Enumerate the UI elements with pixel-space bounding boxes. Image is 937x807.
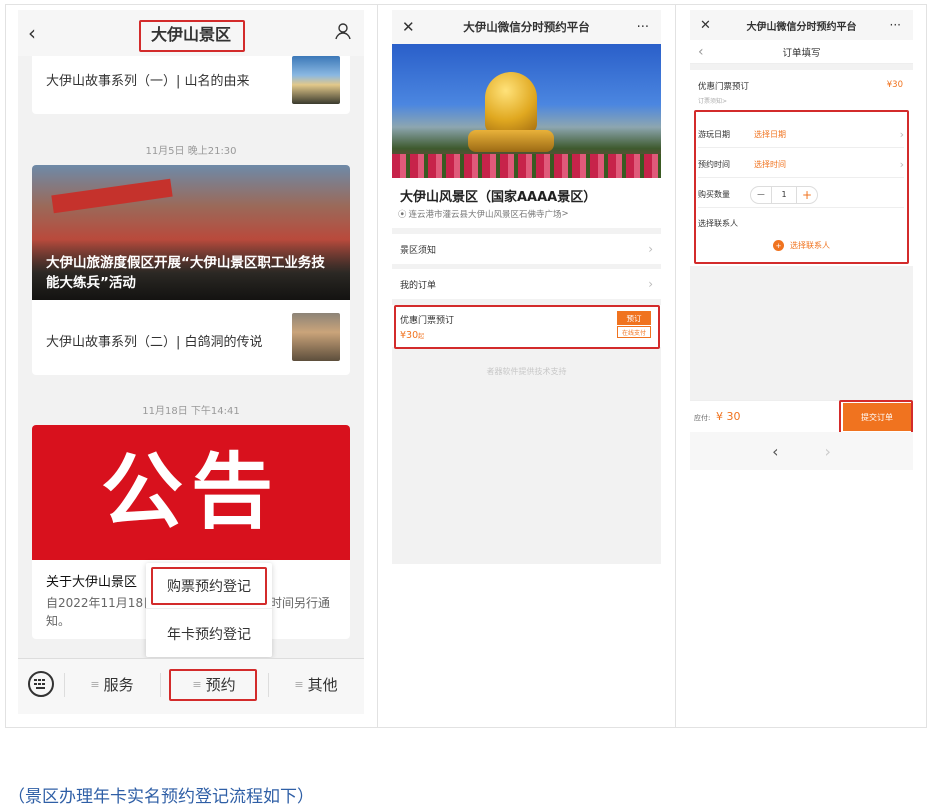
article-summary: 自2022年11月18日 (46, 596, 156, 610)
pay-amount: ¥ 30 (716, 410, 741, 423)
scenic-name: 大伊山风景区（国家AAAA景区） (400, 190, 597, 205)
screen-booking-home: ✕ 大伊山微信分时预约平台 ··· 大伊山风景区（国家AAAA景区） ⦿ 连云港市… (392, 10, 661, 564)
location-icon: ⦿ (398, 210, 407, 220)
sub-header: ‹ 订单填写 (690, 40, 913, 64)
divider (675, 4, 676, 728)
article-thumbnail (292, 56, 340, 104)
highlight-box (139, 20, 245, 52)
screen-official-account: ‹ 大伊山景区 大伊山故事系列（一）| 山名的由来 11月5日 晚上21:30 … (18, 10, 364, 714)
scenic-banner-image (392, 44, 661, 178)
article-title: 大伊山故事系列（一）| 山名的由来 (46, 74, 250, 89)
keyboard-icon[interactable] (28, 671, 54, 697)
ticket-note-link[interactable]: 订票须知> (698, 96, 727, 105)
chevron-right-icon: › (648, 242, 653, 256)
scenic-address[interactable]: ⦿ 连云港市灌云县大伊山风景区石佛寺广场 > (398, 208, 569, 220)
close-icon[interactable]: ✕ (402, 18, 415, 36)
timestamp: 11月5日 晚上21:30 (145, 146, 237, 157)
timestamp: 11月18日 下午14:41 (142, 406, 240, 417)
back-icon[interactable]: ‹ (772, 442, 778, 461)
highlight-box (394, 305, 660, 349)
article-summary-tail: 时间另行通 (270, 596, 331, 610)
banner-shape (51, 178, 173, 214)
menu-tab-other[interactable]: ≡ 其他 (268, 659, 364, 709)
highlight-box (169, 669, 257, 701)
ticket-name: 优惠门票预订 (698, 82, 750, 92)
ticket-summary: 优惠门票预订 ¥30 订票须知> (690, 70, 913, 112)
browser-nav: ‹ › (690, 432, 913, 470)
highlight-box (839, 400, 913, 434)
ticket-price: ¥30 (886, 80, 903, 90)
chevron-right-icon: › (648, 277, 653, 291)
scenic-info: 大伊山风景区（国家AAAA景区） ⦿ 连云港市灌云县大伊山风景区石佛寺广场 > (392, 178, 661, 228)
article-title: 关于大伊山景区 (46, 575, 138, 590)
nav-bar: ✕ 大伊山微信分时预约平台 ··· (392, 10, 661, 44)
article-image: 大伊山旅游度假区开展“大伊山景区职工业务技能大练兵”活动 (32, 165, 350, 300)
row-scenic-notice[interactable]: 景区须知 › (392, 234, 661, 264)
nav-bar: ✕ 大伊山微信分时预约平台 ··· (690, 10, 913, 40)
forward-icon[interactable]: › (825, 442, 831, 461)
more-icon[interactable]: ··· (890, 18, 901, 32)
screen-order-form: ✕ 大伊山微信分时预约平台 ··· ‹ 订单填写 优惠门票预订 ¥30 订票须知… (690, 10, 913, 470)
user-icon[interactable] (334, 22, 352, 44)
flower-bed (392, 154, 661, 178)
highlight-box (694, 110, 909, 264)
article-summary-end: 知。 (46, 614, 71, 628)
notice-banner: 公告 (32, 425, 350, 560)
back-icon[interactable]: ‹ (698, 44, 704, 60)
article-card[interactable]: 大伊山故事系列（一）| 山名的由来 (32, 56, 350, 114)
article-title: 大伊山故事系列（二）| 白鸽洞的传说 (46, 335, 263, 350)
page-title: 大伊山微信分时预约平台 (746, 21, 857, 33)
divider (377, 4, 378, 728)
buddha-statue (485, 72, 537, 134)
article-card[interactable]: 大伊山旅游度假区开展“大伊山景区职工业务技能大练兵”活动 大伊山故事系列（二）|… (32, 165, 350, 375)
close-icon[interactable]: ✕ (700, 18, 711, 33)
notice-banner-text: 公告 (100, 444, 281, 540)
row-my-orders[interactable]: 我的订单 › (392, 269, 661, 299)
subtitle: 订单填写 (782, 47, 821, 59)
support-text: 者器软件提供技术支持 (486, 367, 567, 376)
article-thumbnail (292, 313, 340, 361)
caption: （景区办理年卡实名预约登记流程如下） (8, 787, 314, 807)
highlight-box (151, 567, 267, 605)
article-caption: 大伊山旅游度假区开展“大伊山景区职工业务技能大练兵”活动 (46, 255, 325, 291)
submenu-item-annual-card[interactable]: 年卡预约登记 (146, 611, 272, 657)
page-title: 大伊山微信分时预约平台 (463, 20, 590, 34)
menu-tab-service[interactable]: ≡ 服务 (64, 659, 160, 709)
more-icon[interactable]: ··· (637, 20, 649, 35)
back-icon[interactable]: ‹ (28, 21, 36, 45)
pay-label: 应付: (694, 414, 711, 422)
